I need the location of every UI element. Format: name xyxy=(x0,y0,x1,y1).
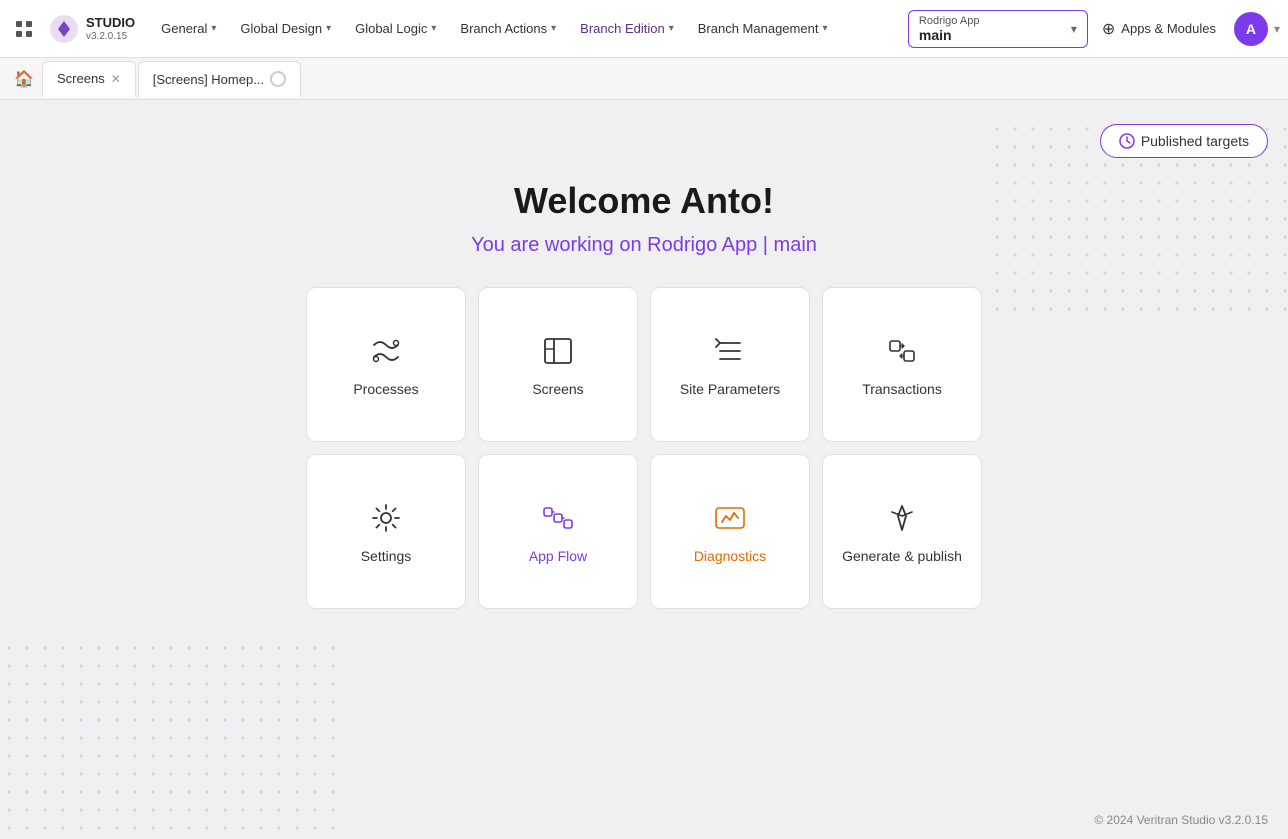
branch-selector[interactable]: Rodrigo App main ▾ xyxy=(908,10,1088,48)
card-settings[interactable]: Settings xyxy=(306,454,466,609)
settings-icon xyxy=(368,500,404,536)
chevron-down-icon: ▾ xyxy=(551,23,556,34)
grid-icon[interactable] xyxy=(8,13,40,45)
home-icon[interactable]: 🏠 xyxy=(8,63,40,95)
tab-bar: 🏠 Screens ✕ [Screens] Homep... xyxy=(0,58,1288,100)
card-processes[interactable]: Processes xyxy=(306,287,466,442)
screens-icon xyxy=(540,333,576,369)
nav-branch-management[interactable]: Branch Management ▾ xyxy=(688,15,838,42)
card-app-flow[interactable]: App Flow xyxy=(478,454,638,609)
branch-app-name: Rodrigo App xyxy=(919,15,1063,27)
decorative-dots-left xyxy=(0,639,340,839)
app-flow-icon xyxy=(540,500,576,536)
app-version: v3.2.0.15 xyxy=(86,31,135,42)
welcome-section: Welcome Anto! You are working on Rodrigo… xyxy=(0,100,1288,257)
cards-grid: Processes Screens Site Parameters xyxy=(306,287,982,609)
card-screens[interactable]: Screens xyxy=(478,287,638,442)
chevron-down-icon: ▾ xyxy=(669,23,674,34)
card-transactions[interactable]: Transactions xyxy=(822,287,982,442)
site-parameters-icon xyxy=(712,333,748,369)
generate-publish-icon xyxy=(884,500,920,536)
close-icon[interactable]: ✕ xyxy=(111,72,121,86)
tab-screens[interactable]: Screens ✕ xyxy=(42,61,136,97)
user-avatar[interactable]: A xyxy=(1234,12,1268,46)
user-menu-chevron[interactable]: ▾ xyxy=(1274,22,1280,36)
footer: © 2024 Veritran Studio v3.2.0.15 xyxy=(1094,813,1268,827)
chevron-down-icon: ▾ xyxy=(822,23,827,34)
chevron-down-icon: ▾ xyxy=(326,23,331,34)
nav-branch-edition[interactable]: Branch Edition ▾ xyxy=(570,15,684,42)
apps-modules-button[interactable]: ⊕ Apps & Modules xyxy=(1092,13,1226,45)
chevron-down-icon: ▾ xyxy=(1071,22,1077,36)
transactions-icon xyxy=(884,333,920,369)
card-diagnostics[interactable]: Diagnostics xyxy=(650,454,810,609)
nav-general[interactable]: General ▾ xyxy=(151,15,226,42)
welcome-title: Welcome Anto! xyxy=(514,180,774,222)
main-content: Published targets Welcome Anto! You are … xyxy=(0,100,1288,839)
branch-name: main xyxy=(919,27,1063,43)
loading-indicator xyxy=(270,71,286,87)
card-site-parameters[interactable]: Site Parameters xyxy=(650,287,810,442)
processes-icon xyxy=(368,333,404,369)
logo: STUDIO v3.2.0.15 xyxy=(48,13,135,45)
card-generate-publish[interactable]: Generate & publish xyxy=(822,454,982,609)
clock-icon xyxy=(1119,133,1135,149)
published-targets-button[interactable]: Published targets xyxy=(1100,124,1268,158)
welcome-subtitle: You are working on Rodrigo App | main xyxy=(471,234,817,257)
diagnostics-icon xyxy=(712,500,748,536)
chevron-down-icon: ▾ xyxy=(211,23,216,34)
chevron-down-icon: ▾ xyxy=(431,23,436,34)
top-navigation: STUDIO v3.2.0.15 General ▾ Global Design… xyxy=(0,0,1288,58)
nav-branch-actions[interactable]: Branch Actions ▾ xyxy=(450,15,566,42)
tab-screens-home[interactable]: [Screens] Homep... xyxy=(138,61,301,97)
nav-global-design[interactable]: Global Design ▾ xyxy=(230,15,341,42)
app-name: STUDIO xyxy=(86,15,135,31)
nav-global-logic[interactable]: Global Logic ▾ xyxy=(345,15,446,42)
